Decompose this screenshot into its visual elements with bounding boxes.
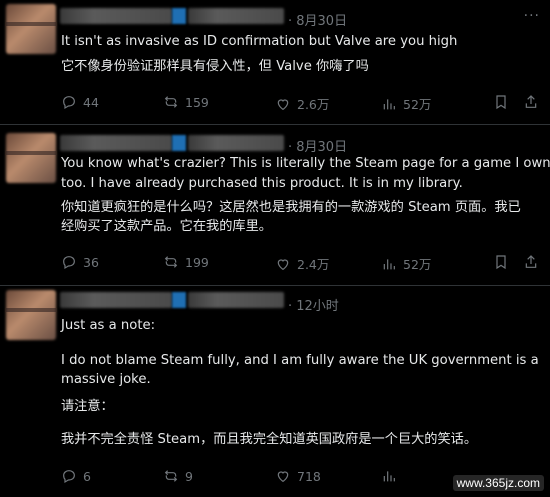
- post-time[interactable]: · 8月30日: [288, 10, 347, 29]
- like-icon: [277, 471, 289, 483]
- reply-icon: [63, 470, 75, 484]
- share-icon: [525, 255, 537, 268]
- post-text-line: Just as a note:: [61, 318, 156, 333]
- post-time[interactable]: · 12小时: [288, 295, 339, 314]
- author-name-redacted[interactable]: [60, 292, 172, 308]
- author-handle-redacted[interactable]: [188, 135, 284, 151]
- like-button[interactable]: 2.4万: [275, 254, 329, 273]
- repost-button[interactable]: 159: [163, 94, 209, 110]
- reply-button[interactable]: 6: [61, 468, 91, 484]
- author-name-redacted[interactable]: [60, 135, 172, 151]
- repost-count: 199: [185, 254, 209, 270]
- repost-button[interactable]: 199: [163, 254, 209, 270]
- author-name-redacted-accent: [172, 8, 186, 24]
- post-text-line: 你知道更疯狂的是什么吗？这居然也是我拥有的一款游戏的 Steam 页面。我已: [61, 200, 521, 215]
- views-icon: [383, 471, 395, 482]
- post-3[interactable]: · 12小时 Just as a note: I do not blame St…: [0, 286, 550, 497]
- views-button[interactable]: 52万: [381, 94, 431, 113]
- avatar[interactable]: [6, 290, 56, 340]
- post-text-line: You know what's crazier? This is literal…: [61, 156, 550, 171]
- post-time[interactable]: · 8月30日: [288, 136, 347, 155]
- reply-count: 36: [83, 254, 99, 270]
- avatar[interactable]: [6, 4, 56, 54]
- post-text-line: massive joke.: [61, 372, 151, 387]
- post-text-line: 我并不完全责怪 Steam，而且我完全知道英国政府是一个巨大的笑话。: [61, 432, 478, 447]
- views-button[interactable]: [381, 468, 397, 484]
- avatar-blur-stripe: [6, 22, 56, 26]
- post-actions: 44 159 2.6万 52万: [61, 94, 541, 114]
- post-1[interactable]: · 8月30日 ··· It isn't as invasive as ID c…: [0, 0, 550, 124]
- reply-icon: [63, 96, 75, 110]
- bookmark-icon: [496, 95, 506, 110]
- like-count: 2.6万: [297, 97, 330, 112]
- views-button[interactable]: 52万: [381, 254, 431, 273]
- like-count: 2.4万: [297, 257, 330, 272]
- avatar[interactable]: [6, 133, 56, 183]
- post-text-line: 经购买了这款产品。它在我的库里。: [61, 219, 272, 234]
- more-options-icon[interactable]: ···: [524, 8, 540, 24]
- like-button[interactable]: 718: [275, 468, 321, 484]
- views-icon: [383, 258, 395, 269]
- bookmark-icon: [496, 255, 506, 270]
- repost-icon: [164, 470, 178, 482]
- post-actions: 36 199 2.4万 52万: [61, 254, 541, 274]
- author-handle-redacted[interactable]: [188, 8, 284, 24]
- author-name-redacted-accent: [172, 292, 186, 308]
- post-text-line: 请注意：: [61, 399, 114, 414]
- post-text-line: I do not blame Steam fully, and I am ful…: [61, 353, 539, 368]
- share-icon: [525, 95, 537, 108]
- post-text-line: It isn't as invasive as ID confirmation …: [61, 34, 458, 49]
- repost-icon: [164, 96, 178, 108]
- author-name-redacted[interactable]: [60, 8, 172, 24]
- repost-count: 9: [185, 468, 193, 484]
- bookmark-button[interactable]: [493, 94, 509, 110]
- reply-count: 44: [83, 94, 99, 110]
- views-icon: [383, 98, 395, 109]
- views-count: 52万: [403, 257, 432, 272]
- views-count: 52万: [403, 97, 432, 112]
- like-icon: [277, 98, 289, 110]
- author-name-redacted-accent: [172, 135, 186, 151]
- reply-count: 6: [83, 468, 91, 484]
- share-button[interactable]: [523, 94, 539, 110]
- watermark: www.365jz.com: [452, 475, 544, 491]
- post-2[interactable]: · 8月30日 You know what's crazier? This is…: [0, 125, 550, 285]
- like-button[interactable]: 2.6万: [275, 94, 329, 113]
- post-text-line: 它不像身份验证那样具有侵入性，但 Valve 你嗨了吗: [61, 59, 369, 74]
- like-icon: [277, 258, 289, 270]
- avatar-blur-stripe: [6, 151, 56, 155]
- post-text-line: too. I have already purchased this produ…: [61, 176, 463, 191]
- share-button[interactable]: [523, 254, 539, 270]
- like-count: 718: [297, 468, 321, 484]
- repost-button[interactable]: 9: [163, 468, 193, 484]
- avatar-blur-stripe: [6, 308, 56, 312]
- reply-button[interactable]: 36: [61, 254, 99, 270]
- author-handle-redacted[interactable]: [188, 292, 284, 308]
- repost-icon: [164, 256, 178, 268]
- repost-count: 159: [185, 94, 209, 110]
- bookmark-button[interactable]: [493, 254, 509, 270]
- reply-button[interactable]: 44: [61, 94, 99, 110]
- reply-icon: [63, 256, 75, 270]
